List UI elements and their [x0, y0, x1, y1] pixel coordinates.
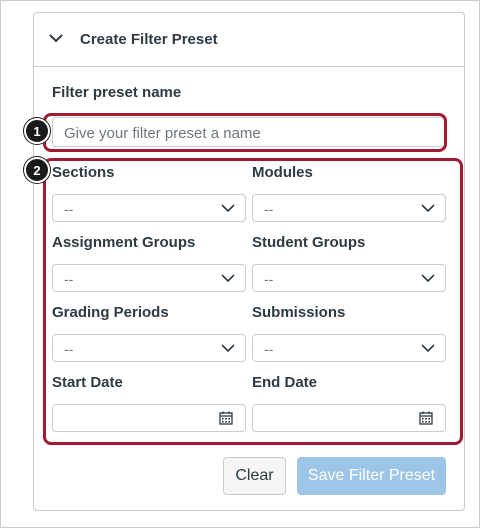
- panel-title: Create Filter Preset: [80, 31, 218, 48]
- callout-badge-2: 2: [24, 157, 50, 183]
- chevron-down-icon[interactable]: [48, 32, 64, 44]
- callout-badge-1: 1: [24, 118, 50, 144]
- preset-name-label: Filter preset name: [52, 84, 182, 101]
- callout-box-2: [43, 158, 463, 445]
- clear-button[interactable]: Clear: [223, 457, 286, 495]
- panel-header[interactable]: Create Filter Preset: [34, 13, 464, 67]
- callout-box-1: [43, 113, 447, 152]
- save-filter-preset-button[interactable]: Save Filter Preset: [297, 457, 446, 495]
